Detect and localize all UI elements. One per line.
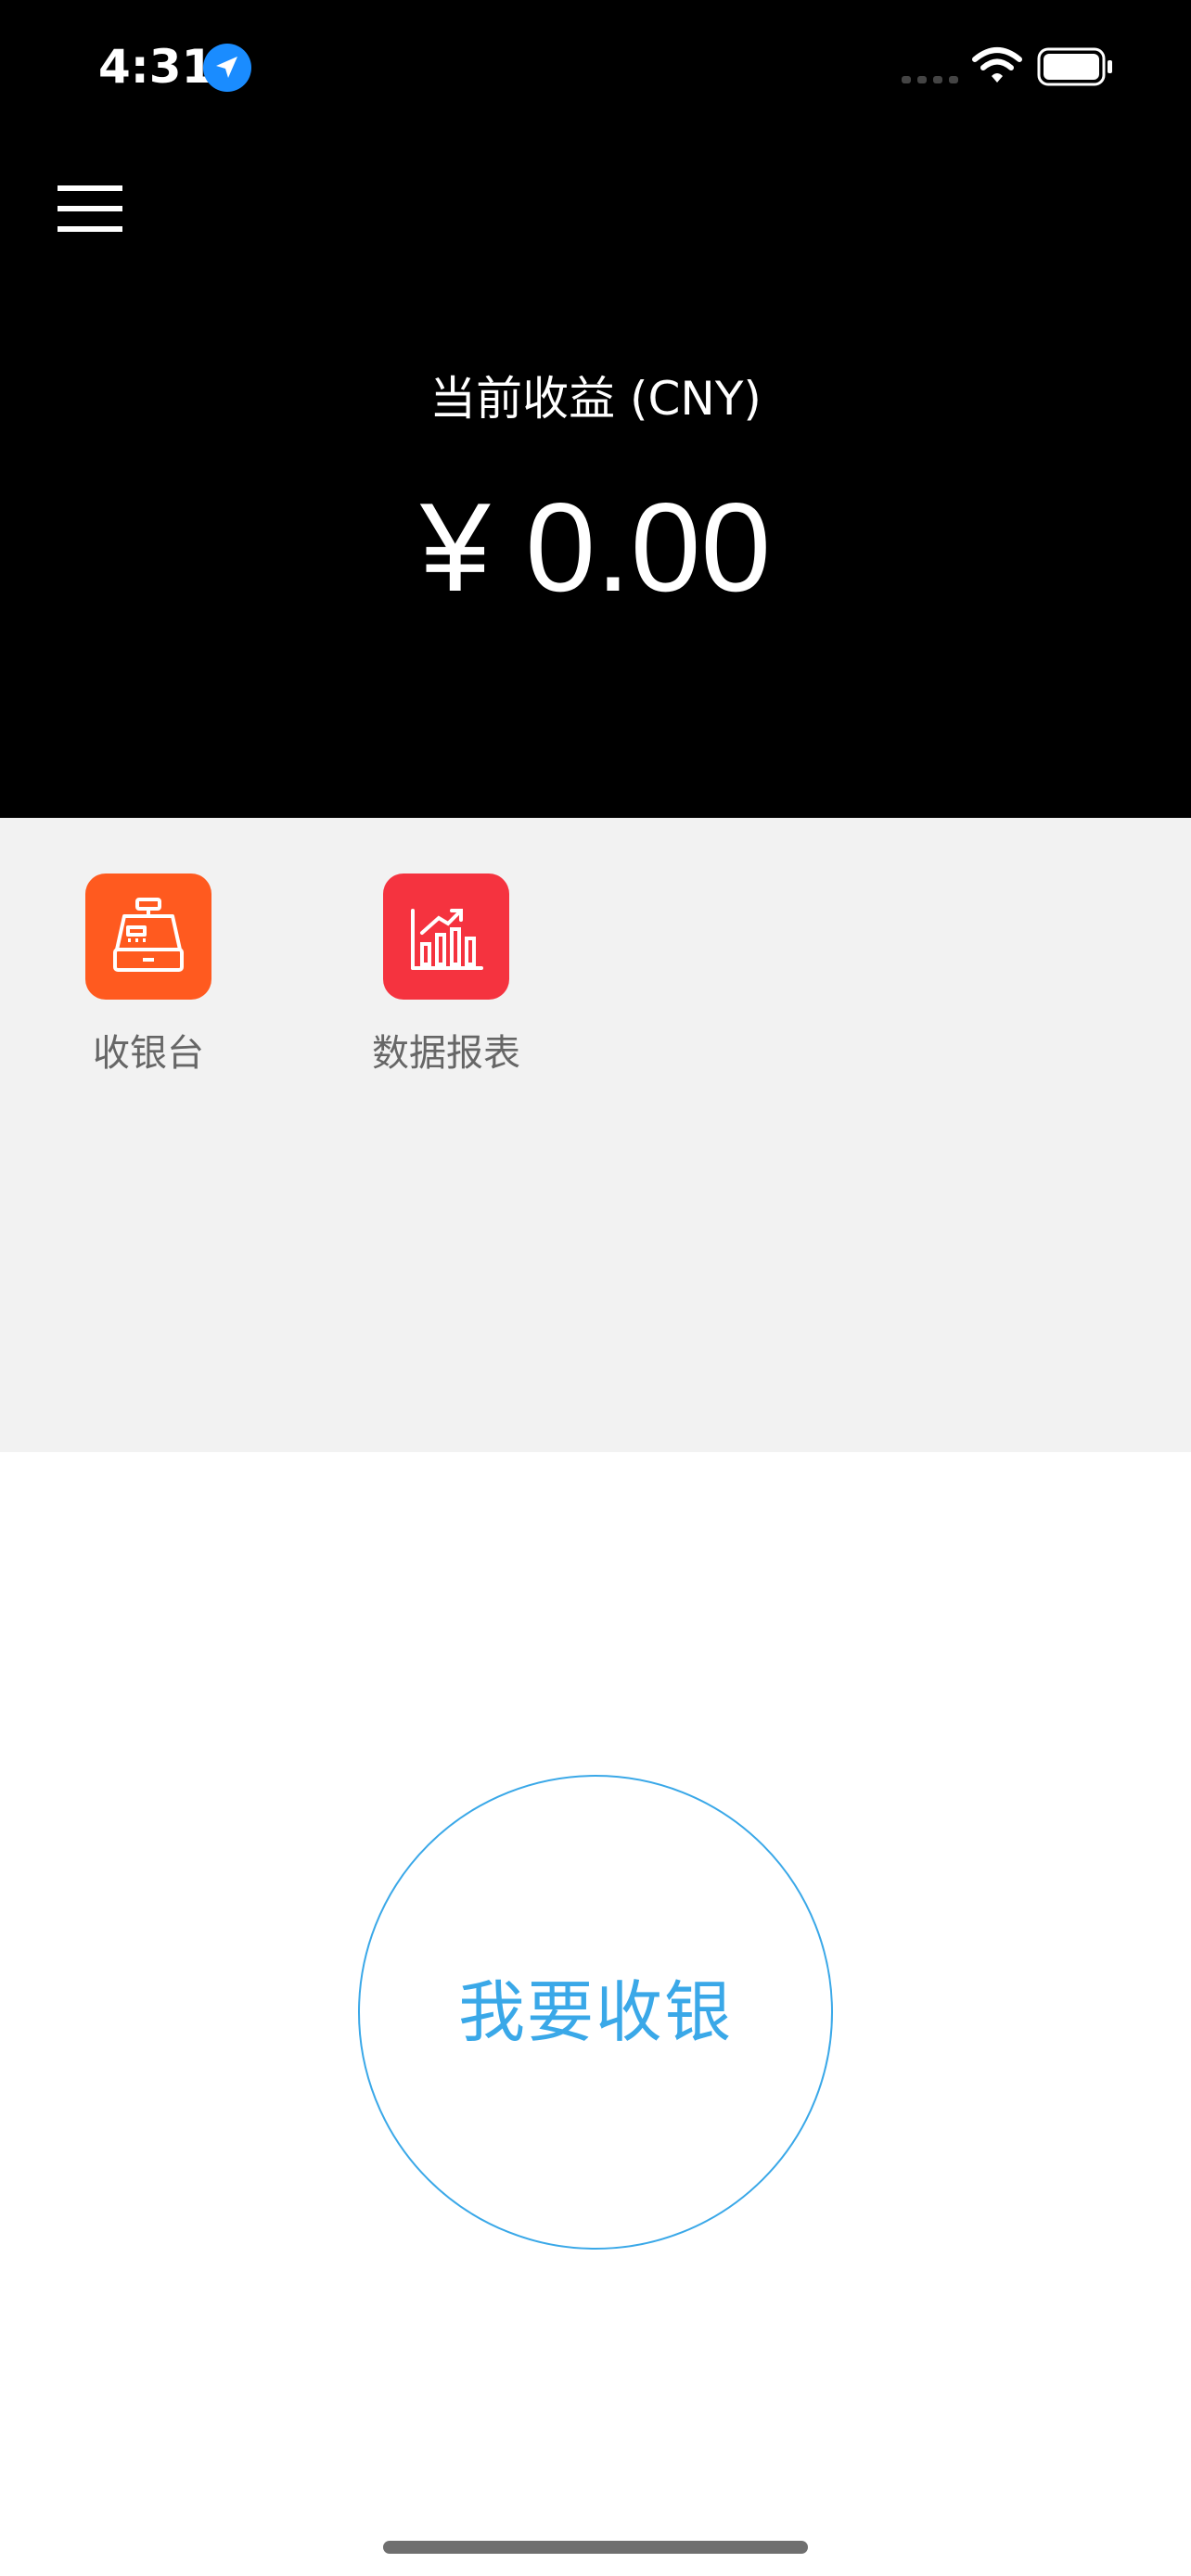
- wifi-icon: [972, 47, 1022, 83]
- cash-register-icon: [113, 898, 184, 972]
- shortcut-cash-register-label: 收银台: [93, 1032, 204, 1075]
- start-checkout-button[interactable]: 我要收银: [358, 1775, 833, 2250]
- cash-register-tile[interactable]: [85, 874, 211, 1000]
- earnings-header: 4:31 当前收益 (CNY) ¥ 0.00: [0, 0, 1191, 818]
- earnings-label: 当前收益 (CNY): [429, 372, 762, 426]
- shortcut-grid: 收银台 数据报表: [0, 818, 1191, 1452]
- shortcut-data-report-label: 数据报表: [372, 1032, 520, 1075]
- data-report-tile[interactable]: [383, 874, 509, 1000]
- shortcut-cash-register[interactable]: 收银台: [32, 874, 264, 1096]
- earnings-amount: ¥ 0.00: [419, 477, 772, 618]
- shortcut-data-report[interactable]: 数据报表: [330, 874, 562, 1096]
- status-time: 4:31: [98, 40, 214, 94]
- home-indicator[interactable]: [383, 2541, 808, 2554]
- hamburger-menu-icon[interactable]: [58, 182, 122, 236]
- battery-icon: [1037, 47, 1112, 86]
- start-checkout-label: 我要收银: [457, 1973, 733, 2051]
- bar-chart-report-icon: [411, 909, 483, 970]
- location-arrow-icon: [203, 44, 251, 92]
- cellular-signal-icon: [902, 76, 958, 83]
